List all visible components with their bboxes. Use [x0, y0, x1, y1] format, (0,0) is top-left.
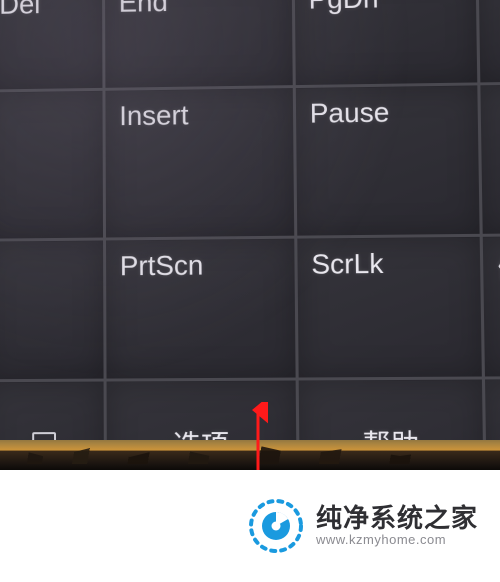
brand-name-en: www.kzmyhome.com [316, 533, 478, 548]
key-insert[interactable]: Insert [104, 87, 296, 239]
key-label: PrtScn [120, 250, 204, 282]
key-blank-1[interactable] [0, 89, 104, 240]
key-label: Del [0, 0, 40, 20]
screen-photo: Del End PgDn Insert Pause PrtScn ScrLk [0, 0, 500, 470]
key-end[interactable]: End [103, 0, 294, 89]
key-blank-2[interactable] [0, 239, 105, 381]
brand-name-cn: 纯净系统之家 [316, 504, 478, 534]
key-label: End [119, 0, 168, 18]
key-cut-right-1[interactable] [479, 83, 500, 235]
key-pause[interactable]: Pause [294, 84, 481, 237]
desktop-wallpaper-sliver [0, 440, 500, 470]
key-delete[interactable]: Del [0, 0, 104, 91]
key-label: Pause [310, 97, 390, 129]
brand-logo-icon [248, 498, 304, 554]
key-label: Insert [119, 99, 188, 131]
key-prtscn[interactable]: PrtScn [104, 237, 297, 380]
screenshot-root: Del End PgDn Insert Pause PrtScn ScrLk [0, 0, 500, 582]
key-label: PgDn [308, 0, 378, 15]
key-label: ScrLk [311, 248, 383, 280]
watermark-bar: 纯净系统之家 www.kzmyhome.com [0, 470, 500, 582]
key-cut-right-2[interactable]: 们 [481, 235, 500, 378]
key-scrlk[interactable]: ScrLk [296, 235, 484, 379]
brand-text: 纯净系统之家 www.kzmyhome.com [316, 504, 478, 549]
key-cut-right-0[interactable] [477, 0, 500, 84]
key-pgdn[interactable]: PgDn [293, 0, 479, 87]
on-screen-keyboard: Del End PgDn Insert Pause PrtScn ScrLk [0, 0, 500, 452]
